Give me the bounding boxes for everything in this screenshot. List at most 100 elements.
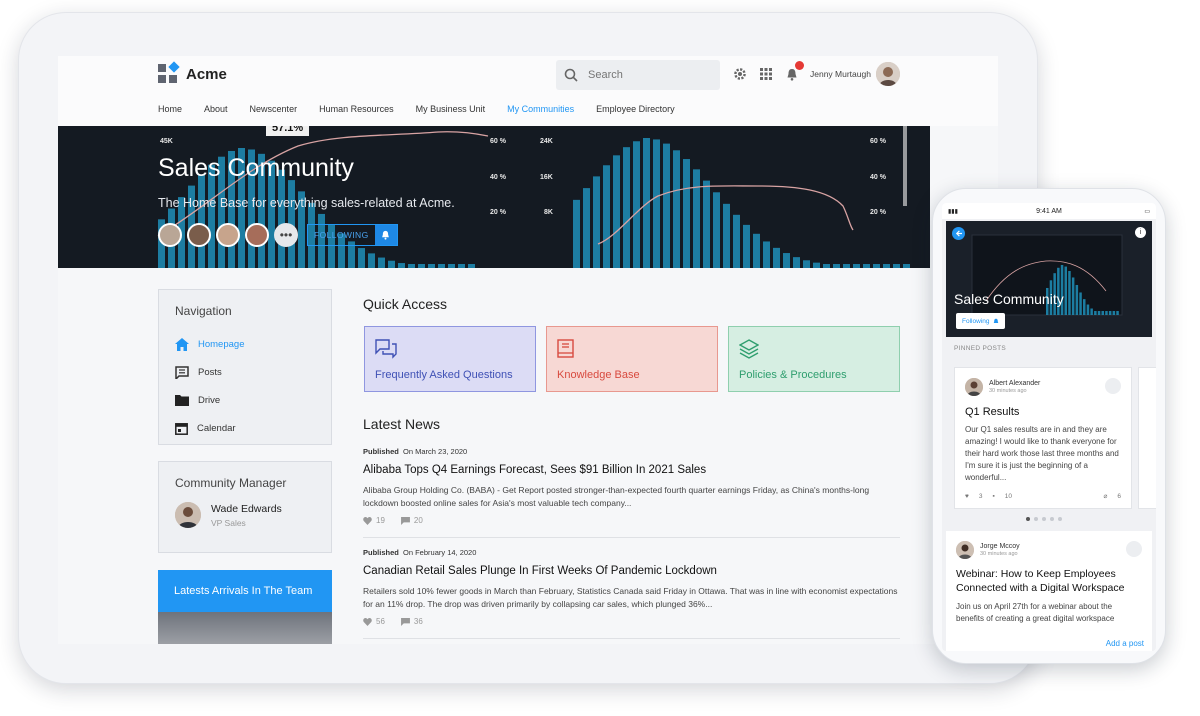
axis-label: 60 % [490, 138, 506, 145]
nav-about[interactable]: About [204, 104, 228, 114]
member-avatar[interactable] [245, 223, 269, 247]
following-label: Following [962, 317, 990, 325]
sidebar-item-homepage[interactable]: Homepage [159, 330, 331, 358]
hero-bar [1068, 270, 1071, 315]
hero-bar [843, 264, 850, 268]
main-navigation: Home About Newscenter Human Resources My… [158, 104, 675, 114]
hero-bar [1083, 299, 1086, 315]
nav-my-business-unit[interactable]: My Business Unit [416, 104, 486, 114]
nav-home[interactable]: Home [158, 104, 182, 114]
axis-label: 40 % [870, 174, 886, 181]
notifications-button[interactable] [784, 61, 804, 82]
back-button[interactable] [952, 227, 965, 240]
hero-bar [633, 141, 640, 268]
latest-arrivals-card[interactable]: Latests Arrivals In The Team [158, 570, 332, 644]
next-pinned-post-card[interactable] [1138, 367, 1156, 509]
hero-bar [673, 150, 680, 268]
hero-bar [1105, 311, 1108, 315]
gear-icon [734, 68, 746, 80]
like-button[interactable]: 56 [363, 617, 385, 626]
search-input[interactable] [588, 69, 698, 81]
bell-icon [787, 68, 797, 81]
news-title[interactable]: Alibaba Tops Q4 Earnings Forecast, Sees … [363, 464, 900, 476]
pinned-post-card[interactable]: Albert Alexander 30 minutes ago Q1 Resul… [954, 367, 1132, 509]
community-manager-card: Community Manager Wade Edwards VP Sales [158, 461, 332, 553]
carousel-dots[interactable] [1026, 517, 1062, 521]
search-box[interactable] [556, 60, 720, 90]
settings-button[interactable] [732, 66, 748, 82]
hero-bar [1101, 311, 1104, 315]
news-title[interactable]: Canadian Retail Sales Plunge In First We… [363, 565, 900, 577]
hero-bar [1079, 292, 1082, 315]
nav-my-communities[interactable]: My Communities [507, 104, 574, 114]
webinar-post-card[interactable]: Jorge Mccoy 30 minutes ago Webinar: How … [946, 531, 1152, 651]
news-divider [363, 638, 900, 639]
nav-human-resources[interactable]: Human Resources [319, 104, 394, 114]
community-members: ••• FOLLOWING [158, 223, 398, 247]
axis-label: 40 % [490, 174, 506, 181]
mobile-screen: ▮▮▮ 9:41 AM ▭ i Sales Community Followin… [942, 203, 1156, 651]
member-avatar[interactable] [187, 223, 211, 247]
hero-bar [873, 264, 880, 268]
quick-access-label: Policies & Procedures [739, 369, 847, 381]
post-time: 30 minutes ago [989, 388, 1027, 394]
app-name: Acme [186, 65, 227, 83]
member-avatar[interactable] [158, 223, 182, 247]
nav-newscenter[interactable]: Newscenter [250, 104, 298, 114]
news-excerpt: Retailers sold 10% fewer goods in March … [363, 586, 898, 609]
sidebar-item-drive[interactable]: Drive [159, 386, 331, 414]
quick-access-title: Quick Access [363, 296, 448, 312]
quick-access-faq[interactable]: Frequently Asked Questions [364, 326, 536, 392]
hero-bar [593, 176, 600, 268]
comment-button[interactable]: 20 [400, 516, 423, 525]
author-name: Albert Alexander [989, 380, 1041, 387]
comment-count: 10 [1004, 492, 1013, 500]
community-hero-banner: 57.1% 45K 60 % 40 % 20 % 24K 16K 8K 60 %… [58, 126, 930, 268]
member-avatar[interactable] [216, 223, 240, 247]
comment-icon [400, 617, 410, 626]
acme-logo[interactable]: Acme [158, 61, 227, 84]
calendar-icon [175, 422, 188, 435]
comment-icon [400, 516, 410, 525]
hero-bar [833, 264, 840, 268]
news-date: Published On March 23, 2020 [363, 447, 900, 456]
comment-button[interactable]: 36 [400, 617, 423, 626]
community-manager[interactable]: Wade Edwards VP Sales [159, 502, 331, 528]
news-date-value: On February 14, 2020 [403, 548, 477, 557]
quick-access-policies[interactable]: Policies & Procedures [728, 326, 900, 392]
signal-icon: ▮▮▮ [948, 208, 958, 215]
following-button[interactable]: FOLLOWING [307, 224, 398, 246]
apps-button[interactable] [758, 66, 774, 82]
book-icon [557, 339, 574, 358]
comment-icon[interactable]: ▪ [992, 493, 994, 500]
chart-percent-tag: 57.1% [266, 126, 310, 136]
nav-employee-directory[interactable]: Employee Directory [596, 104, 675, 114]
comment-bubble-icon[interactable] [1105, 378, 1121, 394]
mobile-following-button[interactable]: Following [956, 313, 1006, 329]
user-avatar[interactable] [876, 62, 900, 86]
hero-bar [573, 199, 580, 268]
like-button[interactable]: 19 [363, 516, 385, 525]
heart-icon[interactable]: ♥ [965, 493, 969, 500]
more-members-button[interactable]: ••• [274, 223, 298, 247]
home-icon [175, 337, 189, 351]
hero-bar [733, 214, 740, 268]
comment-bubble-icon[interactable] [1126, 541, 1142, 557]
quick-access-label: Knowledge Base [557, 369, 640, 381]
comment-count: 36 [413, 617, 423, 626]
hero-bar [653, 139, 660, 268]
hero-bar [1094, 311, 1097, 315]
sidebar-item-posts[interactable]: Posts [159, 358, 331, 386]
hero-bar [198, 174, 205, 268]
add-post-button[interactable]: Add a post [1106, 639, 1144, 648]
user-name: Jenny Murtaugh [810, 69, 871, 79]
hero-bar [783, 253, 790, 268]
quick-access-knowledge-base[interactable]: Knowledge Base [546, 326, 718, 392]
webinar-body: Join us on April 27th for a webinar abou… [956, 602, 1115, 623]
hero-bar [1097, 311, 1101, 315]
hero-bar [893, 264, 900, 268]
attachment-icon: ⌀ [1103, 493, 1108, 500]
hero-bar [863, 264, 870, 268]
info-button[interactable]: i [1135, 227, 1146, 238]
sidebar-item-calendar[interactable]: Calendar [159, 414, 331, 442]
